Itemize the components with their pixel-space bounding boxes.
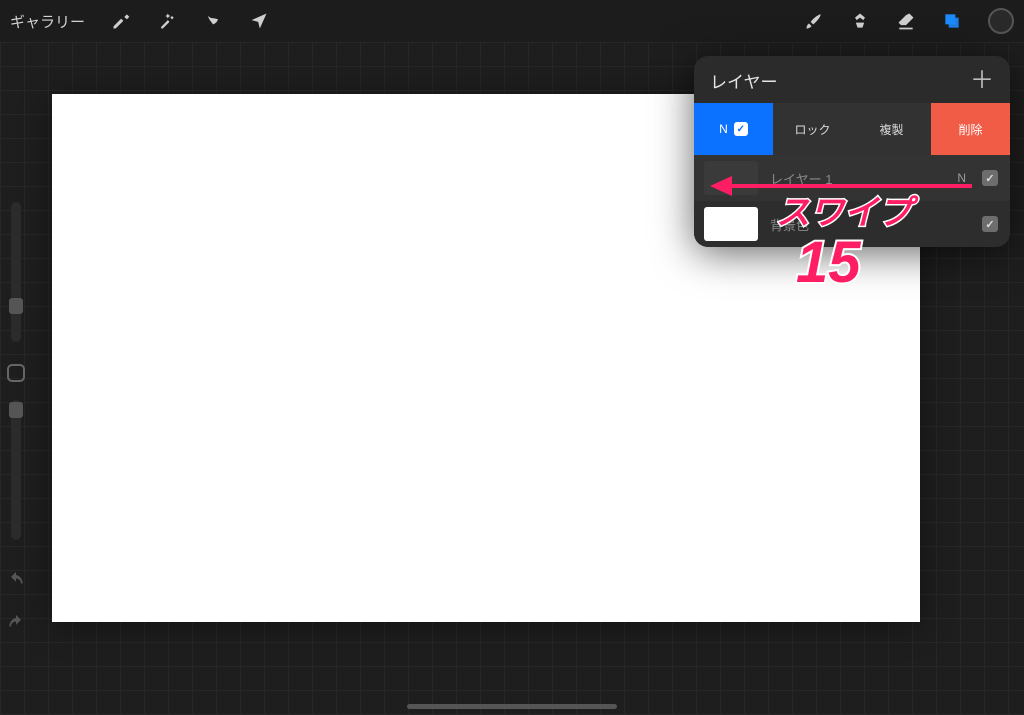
brush-size-slider[interactable]	[11, 202, 21, 342]
brush-size-thumb[interactable]	[9, 298, 23, 314]
layer-name-label: 背景色	[770, 215, 954, 234]
layers-panel-title: レイヤー	[710, 68, 778, 93]
gallery-button[interactable]: ギャラリー	[10, 11, 85, 32]
layer-duplicate-action[interactable]: 複製	[852, 103, 931, 155]
transform-icon[interactable]	[249, 11, 269, 31]
add-layer-button[interactable]: ＋	[970, 69, 994, 93]
opacity-slider[interactable]	[11, 400, 21, 540]
layer-blend-letter: N	[957, 171, 966, 185]
opacity-thumb[interactable]	[9, 402, 23, 418]
layer-swipe-actions: N ロック 複製 削除	[694, 103, 1010, 155]
home-indicator	[407, 704, 617, 709]
eraser-icon[interactable]	[896, 11, 916, 31]
layer-delete-action[interactable]: 削除	[931, 103, 1010, 155]
brush-icon[interactable]	[804, 11, 824, 31]
modifier-button[interactable]	[7, 364, 25, 382]
undo-redo-group	[6, 571, 26, 639]
layers-panel: レイヤー ＋ N ロック 複製 削除 レイヤー 1 N 背景色	[694, 56, 1010, 247]
selection-icon[interactable]	[203, 11, 223, 31]
undo-icon[interactable]	[6, 571, 26, 596]
layer-visibility-checkbox[interactable]	[982, 216, 998, 232]
toolbar-left: ギャラリー	[10, 11, 269, 32]
layer-row[interactable]: 背景色	[694, 201, 1010, 247]
layer-thumbnail	[704, 161, 758, 195]
layer-name-label: レイヤー 1	[770, 169, 945, 188]
blend-visibility-check	[734, 122, 748, 136]
left-rail	[4, 202, 28, 540]
top-toolbar: ギャラリー	[0, 0, 1024, 42]
layer-row[interactable]: レイヤー 1 N	[694, 155, 1010, 201]
layer-blend-action[interactable]: N	[694, 103, 773, 155]
toolbar-right	[804, 8, 1014, 34]
layer-visibility-checkbox[interactable]	[982, 170, 998, 186]
redo-icon[interactable]	[6, 614, 26, 639]
wrench-icon[interactable]	[111, 11, 131, 31]
layers-panel-header: レイヤー ＋	[694, 56, 1010, 103]
color-picker-disc[interactable]	[988, 8, 1014, 34]
blend-mode-letter: N	[719, 122, 728, 136]
smudge-icon[interactable]	[850, 11, 870, 31]
layers-icon[interactable]	[942, 11, 962, 31]
wand-icon[interactable]	[157, 11, 177, 31]
layer-lock-action[interactable]: ロック	[773, 103, 852, 155]
layer-thumbnail	[704, 207, 758, 241]
